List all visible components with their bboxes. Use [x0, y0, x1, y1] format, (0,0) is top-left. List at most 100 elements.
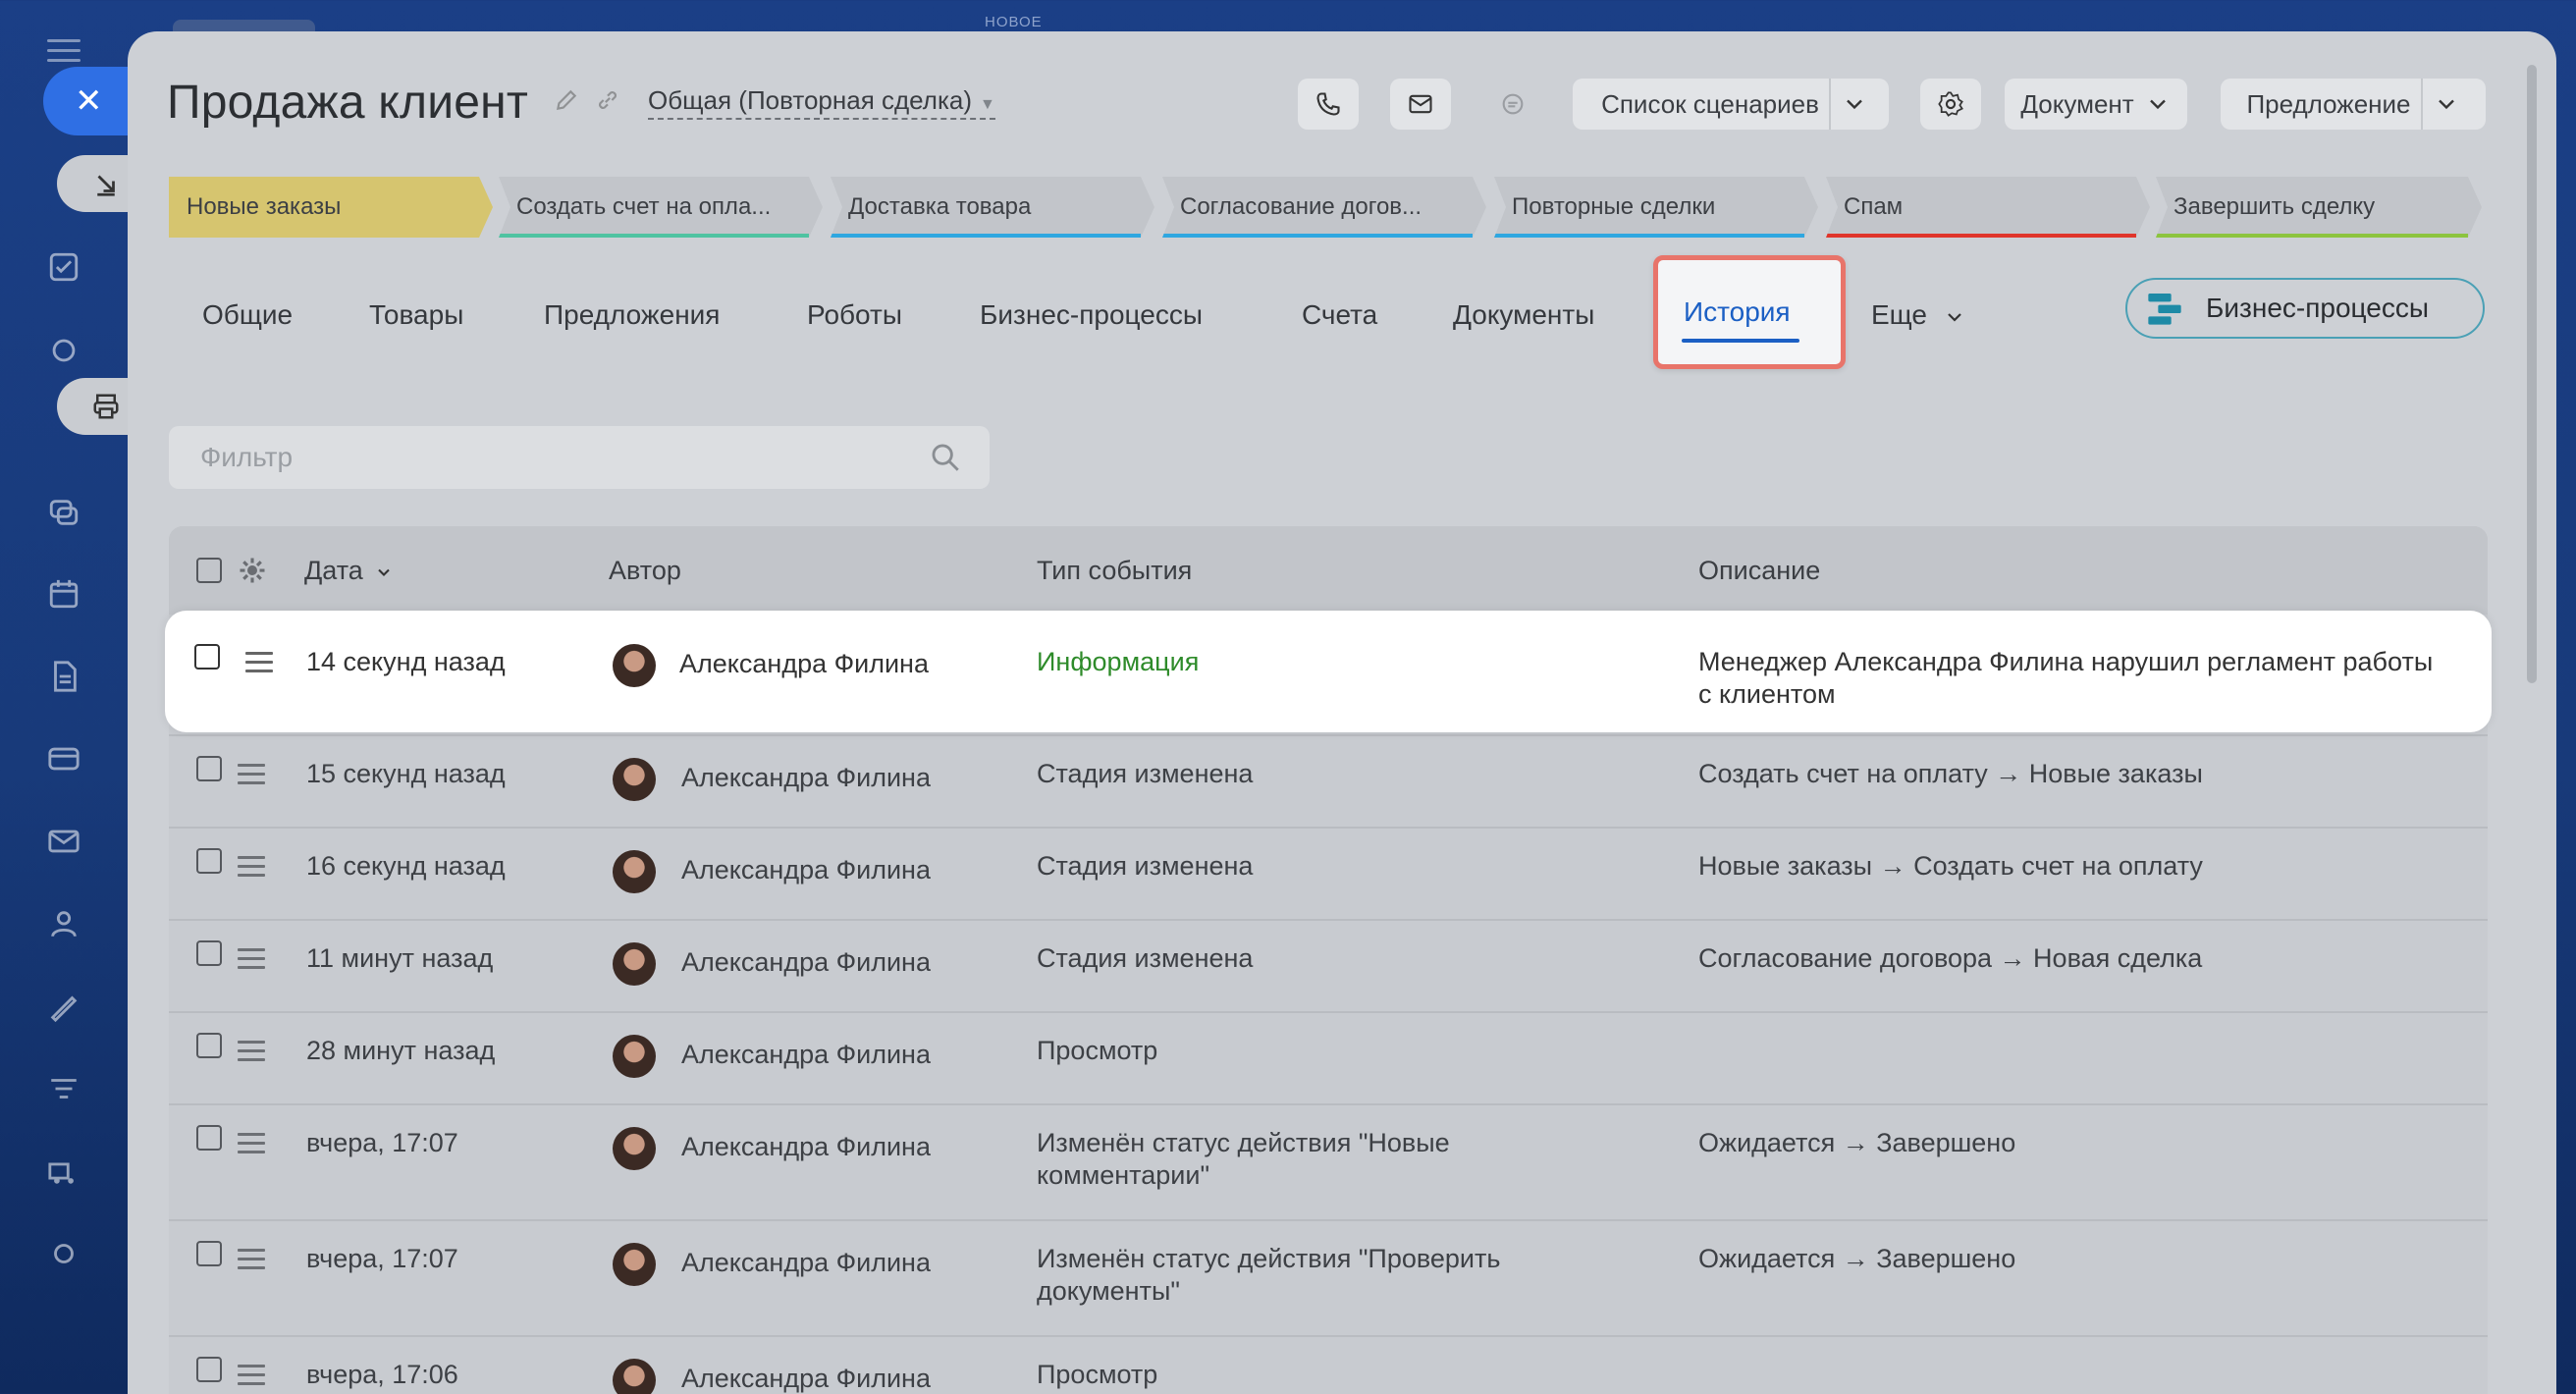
search-icon[interactable] — [929, 441, 962, 474]
stage-spam[interactable]: Спам — [1826, 177, 2150, 238]
printer-icon — [93, 394, 119, 419]
select-all-checkbox[interactable] — [196, 558, 222, 583]
settings-button[interactable] — [1920, 79, 1981, 130]
avatar[interactable] — [613, 1035, 656, 1078]
row-checkbox[interactable] — [196, 1125, 222, 1151]
tab-offers[interactable]: Предложения — [544, 299, 720, 331]
tab-business-processes[interactable]: Бизнес-процессы — [980, 299, 1203, 331]
sign-icon[interactable] — [47, 990, 80, 1023]
stage-new-orders[interactable]: Новые заказы — [169, 177, 493, 238]
row-author[interactable]: Александра Филина — [681, 1247, 931, 1279]
link-icon[interactable] — [595, 87, 620, 118]
offer-button[interactable]: Предложение — [2221, 79, 2486, 130]
business-processes-button[interactable]: Бизнес-процессы — [2125, 278, 2485, 339]
drag-handle-icon[interactable] — [238, 1133, 265, 1159]
row-author[interactable]: Александра Филина — [681, 1039, 931, 1071]
chevron-down-icon[interactable] — [2433, 90, 2460, 118]
chat-icon[interactable] — [47, 496, 80, 529]
mail-icon[interactable] — [47, 825, 80, 858]
column-description[interactable]: Описание — [1698, 556, 1820, 586]
contacts-icon[interactable] — [47, 907, 80, 940]
row-date: вчера, 17:07 — [306, 1244, 458, 1273]
tab-invoices[interactable]: Счета — [1302, 299, 1377, 331]
avatar[interactable] — [613, 758, 656, 801]
table-row[interactable]: вчера, 17:07 Александра Филина Изменён с… — [169, 1103, 2488, 1219]
checkbox-task-icon[interactable] — [47, 250, 80, 284]
row-checkbox[interactable] — [194, 644, 220, 670]
filter-input[interactable] — [169, 442, 915, 473]
drag-handle-icon[interactable] — [238, 1365, 265, 1391]
row-author[interactable]: Александра Филина — [679, 648, 929, 680]
avatar[interactable] — [613, 1127, 656, 1170]
row-event-type: Стадия изменена — [1037, 759, 1254, 788]
row-checkbox[interactable] — [196, 1357, 222, 1382]
table-row[interactable]: 28 минут назад Александра Филина Просмот… — [169, 1011, 2488, 1103]
stage-create-invoice[interactable]: Создать счет на опла... — [499, 177, 823, 238]
category-selector[interactable]: Общая (Повторная сделка) ▼ — [648, 85, 995, 120]
table-row[interactable]: 15 секунд назад Александра Филина Стадия… — [169, 734, 2488, 827]
row-checkbox[interactable] — [196, 940, 222, 966]
gear-icon[interactable] — [238, 556, 267, 585]
row-event-type: Стадия изменена — [1037, 943, 1254, 973]
column-date[interactable]: Дата — [304, 556, 394, 586]
scenarios-button[interactable]: Список сценариев — [1573, 79, 1889, 130]
row-checkbox[interactable] — [196, 848, 222, 874]
stage-delivery[interactable]: Доставка товара — [831, 177, 1154, 238]
avatar[interactable] — [613, 1359, 656, 1394]
drag-handle-icon[interactable] — [238, 856, 265, 883]
row-checkbox[interactable] — [196, 1241, 222, 1266]
row-author[interactable]: Александра Филина — [681, 946, 931, 979]
drag-handle-icon[interactable] — [238, 764, 265, 790]
document-button[interactable]: Документ — [2005, 79, 2187, 130]
background-tab — [173, 20, 315, 31]
menu-icon[interactable] — [47, 39, 80, 62]
filter-icon[interactable] — [47, 1072, 80, 1105]
scrollbar[interactable] — [2527, 65, 2537, 683]
document-icon[interactable] — [47, 660, 80, 693]
crm-icon[interactable] — [47, 334, 80, 367]
row-author[interactable]: Александра Филина — [681, 1131, 931, 1163]
stage-close-deal[interactable]: Завершить сделку — [2156, 177, 2482, 238]
row-author[interactable]: Александра Филина — [681, 762, 931, 794]
tab-more[interactable]: Еще — [1871, 299, 1966, 331]
tab-general[interactable]: Общие — [202, 299, 293, 331]
tab-products[interactable]: Товары — [369, 299, 463, 331]
row-author[interactable]: Александра Филина — [681, 1363, 931, 1394]
stage-contract[interactable]: Согласование догов... — [1162, 177, 1486, 238]
call-button[interactable] — [1298, 79, 1359, 130]
avatar[interactable] — [613, 850, 656, 893]
column-event-type[interactable]: Тип события — [1037, 556, 1192, 586]
drag-handle-icon[interactable] — [238, 1041, 265, 1067]
drag-handle-icon[interactable] — [238, 948, 265, 975]
drag-handle-icon[interactable] — [238, 1249, 265, 1275]
stage-repeat-deals[interactable]: Повторные сделки — [1494, 177, 1818, 238]
column-author[interactable]: Автор — [609, 556, 681, 586]
settings-icon[interactable] — [47, 1237, 80, 1270]
calendar-icon[interactable] — [47, 577, 80, 611]
table-row[interactable]: 16 секунд назад Александра Филина Стадия… — [169, 827, 2488, 919]
row-checkbox[interactable] — [196, 756, 222, 781]
chevron-down-icon[interactable] — [1841, 90, 1868, 118]
truck-icon[interactable] — [47, 1154, 80, 1188]
avatar[interactable] — [613, 1243, 656, 1286]
pencil-icon[interactable] — [554, 87, 579, 118]
gear-icon — [1938, 91, 1963, 117]
row-author[interactable]: Александра Филина — [681, 854, 931, 886]
stage-label: Завершить сделку — [2174, 193, 2376, 220]
filter-box[interactable] — [169, 426, 990, 489]
tab-documents[interactable]: Документы — [1453, 299, 1594, 331]
table-row[interactable]: 11 минут назад Александра Филина Стадия … — [169, 919, 2488, 1011]
chat-button[interactable] — [1482, 79, 1543, 130]
row-description: Ожидается → Завершено — [1698, 1244, 2016, 1273]
tab-robots[interactable]: Роботы — [807, 299, 902, 331]
drag-handle-icon[interactable] — [245, 652, 273, 678]
table-row-highlighted[interactable]: 14 секунд назад Александра Филина Информ… — [165, 611, 2492, 732]
table-row[interactable]: вчера, 17:06 Александра Филина Просмотр — [169, 1335, 2488, 1394]
avatar[interactable] — [613, 942, 656, 986]
avatar[interactable] — [613, 644, 656, 687]
stage-label: Новые заказы — [187, 193, 342, 220]
table-row[interactable]: вчера, 17:07 Александра Филина Изменён с… — [169, 1219, 2488, 1335]
email-button[interactable] — [1390, 79, 1451, 130]
row-checkbox[interactable] — [196, 1033, 222, 1058]
card-icon[interactable] — [47, 742, 80, 776]
